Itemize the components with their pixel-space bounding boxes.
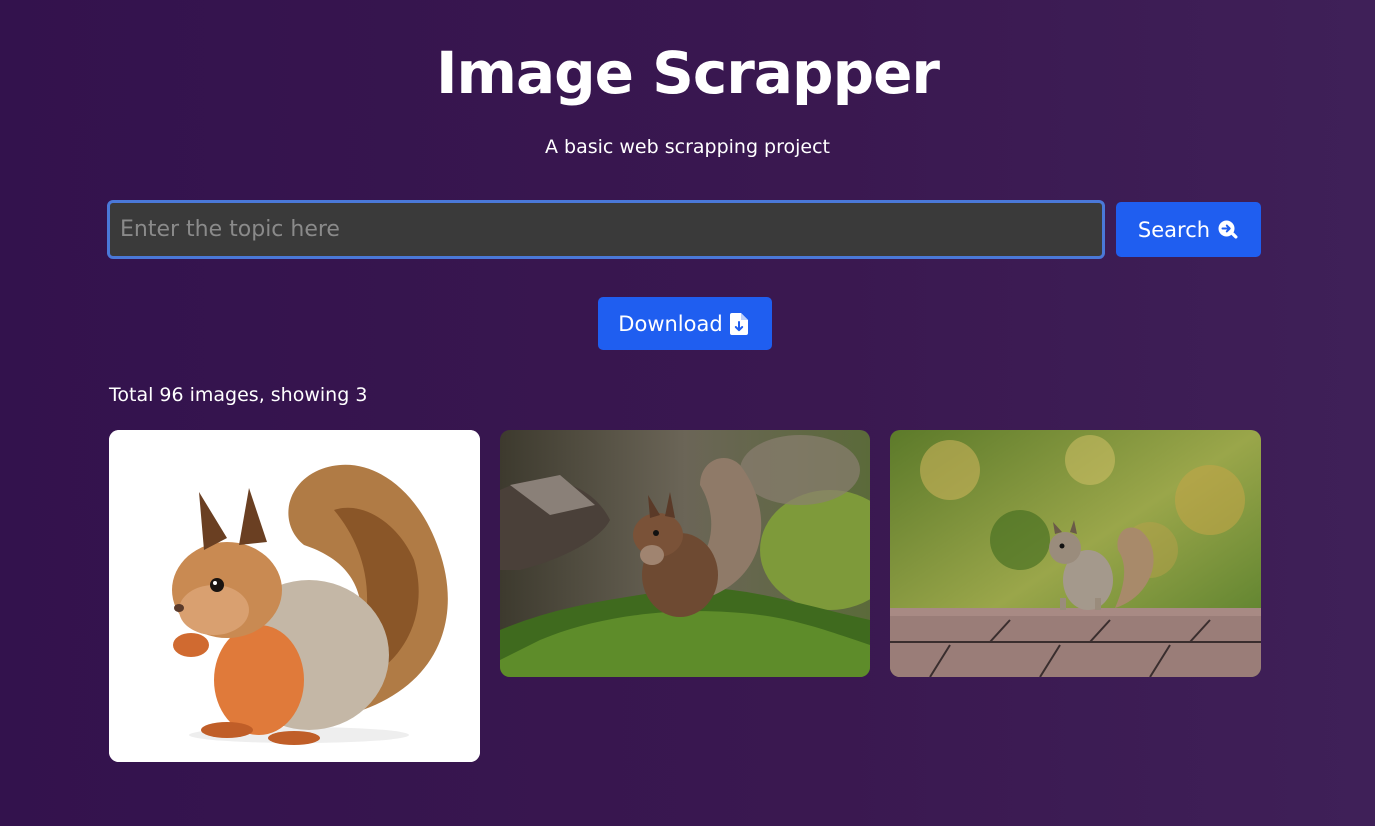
page-subtitle: A basic web scrapping project bbox=[544, 136, 831, 158]
results-count-text: Total 96 images, showing 3 bbox=[109, 384, 368, 406]
download-button[interactable]: Download bbox=[598, 297, 772, 350]
magnifier-arrow-icon bbox=[1217, 219, 1239, 241]
file-download-icon bbox=[729, 312, 752, 335]
image-card[interactable] bbox=[500, 430, 870, 677]
search-button-label: Search bbox=[1137, 217, 1211, 242]
image-card[interactable] bbox=[890, 430, 1261, 677]
search-input[interactable] bbox=[107, 200, 1105, 259]
search-button[interactable]: Search bbox=[1116, 202, 1261, 257]
squirrel-image bbox=[890, 430, 1261, 677]
image-card[interactable] bbox=[109, 430, 480, 762]
download-button-label: Download bbox=[618, 311, 723, 336]
squirrel-image bbox=[109, 430, 480, 762]
squirrel-image bbox=[500, 430, 870, 677]
page-title: Image Scrapper bbox=[435, 39, 940, 107]
